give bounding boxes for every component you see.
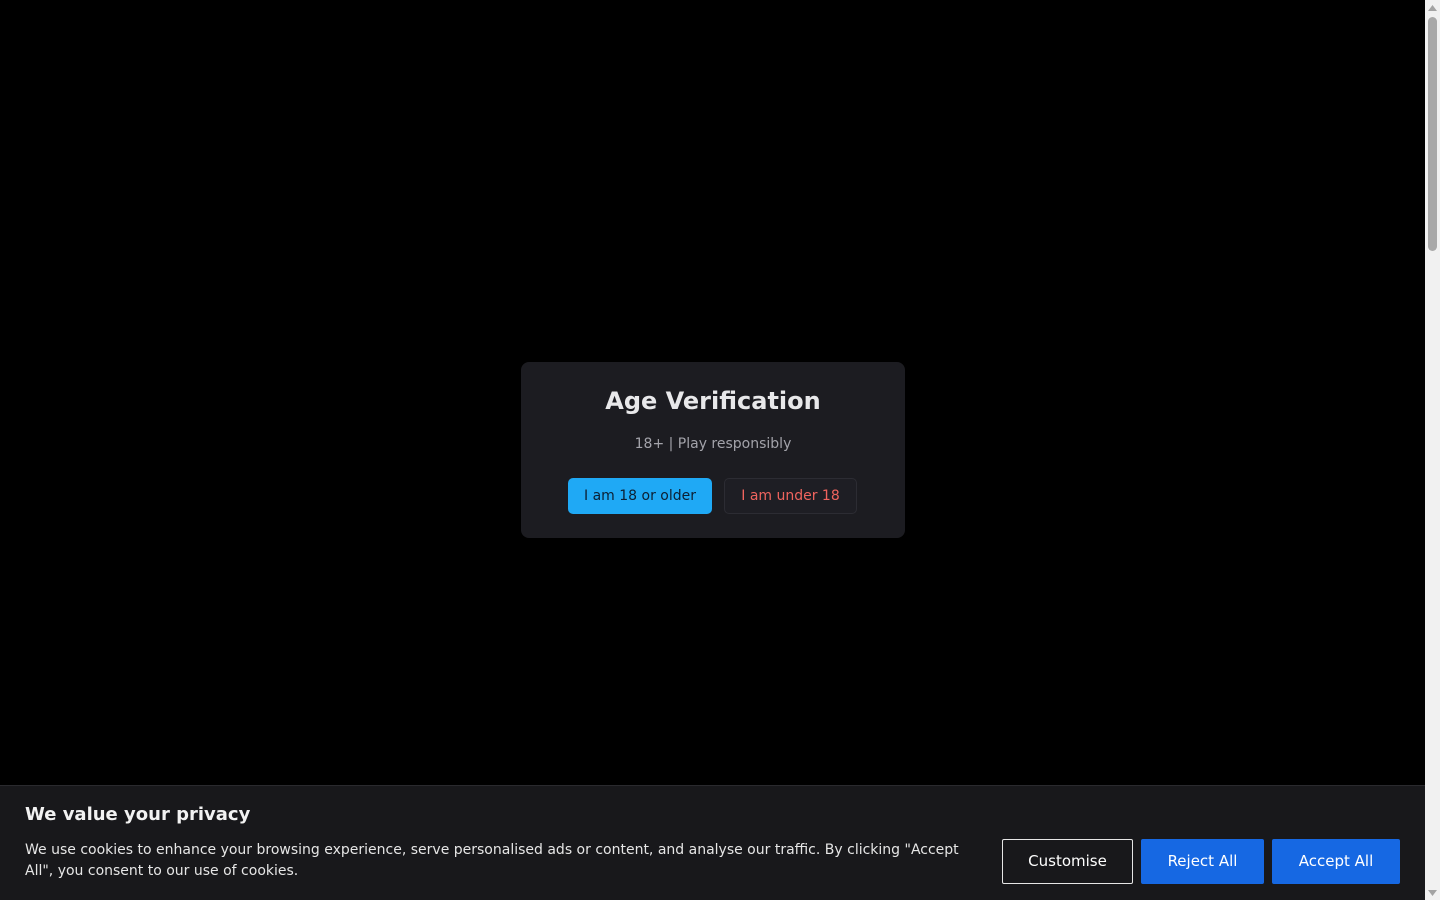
accept-all-button[interactable]: Accept All: [1272, 839, 1400, 884]
age-verification-modal: Age Verification 18+ | Play responsibly …: [521, 362, 905, 538]
page-viewport: Age Verification 18+ | Play responsibly …: [0, 0, 1425, 900]
cookie-consent-banner: We value your privacy We use cookies to …: [0, 785, 1425, 900]
scroll-up-button[interactable]: [1425, 0, 1440, 15]
triangle-down-icon: [1428, 889, 1437, 896]
age-verification-title: Age Verification: [605, 387, 821, 415]
scrollbar-thumb[interactable]: [1428, 17, 1437, 251]
cookie-banner-text: We use cookies to enhance your browsing …: [25, 842, 959, 879]
reject-all-button[interactable]: Reject All: [1141, 839, 1264, 884]
scroll-down-button[interactable]: [1425, 885, 1440, 900]
age-verification-subtitle: 18+ | Play responsibly: [634, 436, 792, 452]
customise-button[interactable]: Customise: [1002, 839, 1133, 884]
triangle-up-icon: [1428, 4, 1437, 11]
age-confirm-button[interactable]: I am 18 or older: [568, 478, 712, 514]
page: Age Verification 18+ | Play responsibly …: [0, 0, 1440, 900]
cookie-banner-title: We value your privacy: [25, 804, 251, 825]
age-deny-button[interactable]: I am under 18: [724, 478, 857, 514]
vertical-scrollbar[interactable]: [1425, 0, 1440, 900]
